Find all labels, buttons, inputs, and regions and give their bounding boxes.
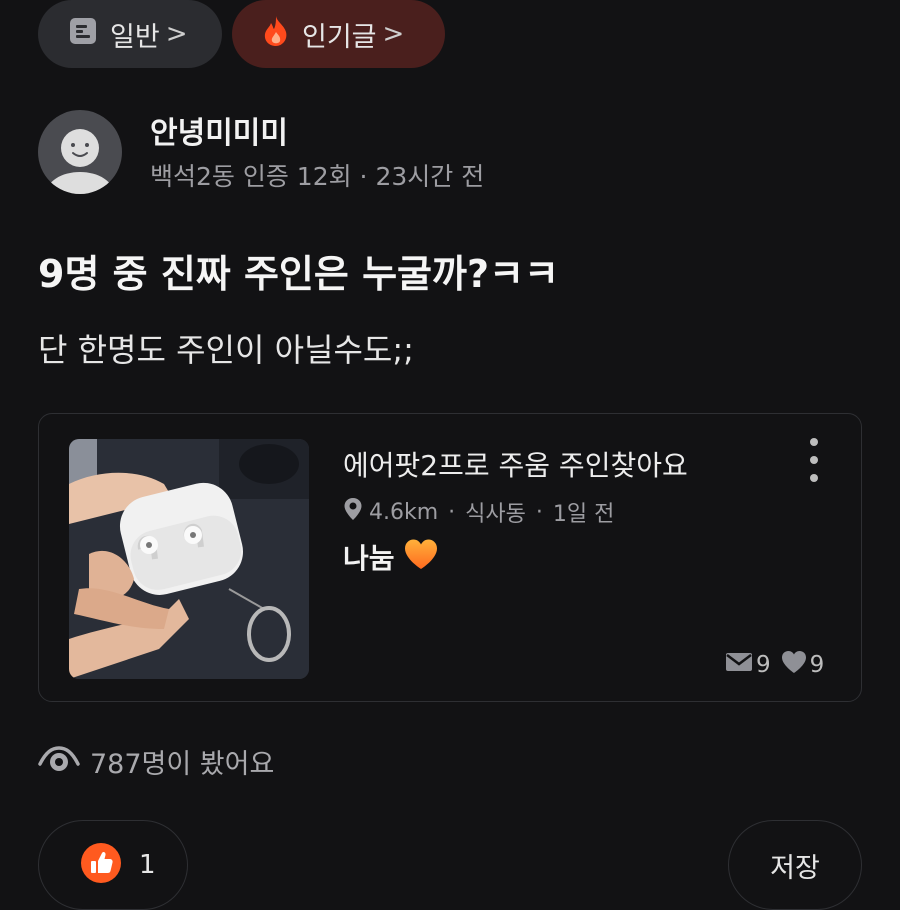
author-name[interactable]: 안녕미미미 (150, 108, 288, 152)
chat-icon (725, 651, 753, 679)
filter-chip-general-label: 일반 (110, 21, 160, 53)
board-icon (68, 16, 98, 53)
post-body: 단 한명도 주인이 아닐수도;; (38, 331, 414, 369)
like-button[interactable]: 1 (38, 820, 188, 910)
listing-meta: 4.6km · 식사동 · 1일 전 (343, 496, 614, 528)
listing-thumbnail (69, 439, 309, 679)
author-meta: 백석2동 인증 12회 · 23시간 전 (150, 162, 485, 191)
listing-title: 에어팟2프로 주움 주인찾아요 (343, 449, 688, 482)
listing-location: 식사동 (465, 502, 526, 527)
meta-separator: · (535, 499, 543, 525)
listing-distance: 4.6km (369, 499, 439, 525)
like-count: 1 (139, 850, 156, 880)
listing-time: 1일 전 (552, 502, 615, 527)
location-pin-icon (343, 497, 363, 527)
view-count: 787명이 봤어요 (38, 742, 274, 781)
listing-like-count: 9 (809, 652, 825, 678)
save-button[interactable]: 저장 (728, 820, 862, 910)
eye-icon (38, 742, 80, 781)
chevron-right-icon: > (165, 19, 188, 49)
linked-listing-card[interactable]: 에어팟2프로 주움 주인찾아요 4.6km · 식사동 · 1일 전 나눔 9 … (38, 413, 862, 702)
post-title: 9명 중 진짜 주인은 누굴까?ㅋㅋ (38, 252, 559, 296)
heart-icon (781, 650, 807, 680)
avatar[interactable] (38, 110, 122, 194)
view-count-text: 787명이 봤어요 (90, 749, 275, 780)
filter-chip-popular-label: 인기글 (302, 21, 377, 53)
thumbs-up-icon (81, 843, 121, 887)
filter-chip-popular[interactable]: 인기글 > (232, 0, 445, 68)
orange-heart-icon (403, 538, 439, 577)
meta-separator: · (448, 499, 456, 525)
listing-price-text: 나눔 (343, 542, 395, 575)
listing-chat-count: 9 (756, 652, 771, 678)
more-options-icon[interactable] (799, 438, 829, 482)
listing-price: 나눔 (343, 537, 439, 577)
listing-stats: 9 9 (725, 650, 834, 680)
chevron-right-icon: > (382, 19, 405, 49)
flame-icon (262, 15, 290, 54)
filter-chip-general[interactable]: 일반 > (38, 0, 222, 68)
